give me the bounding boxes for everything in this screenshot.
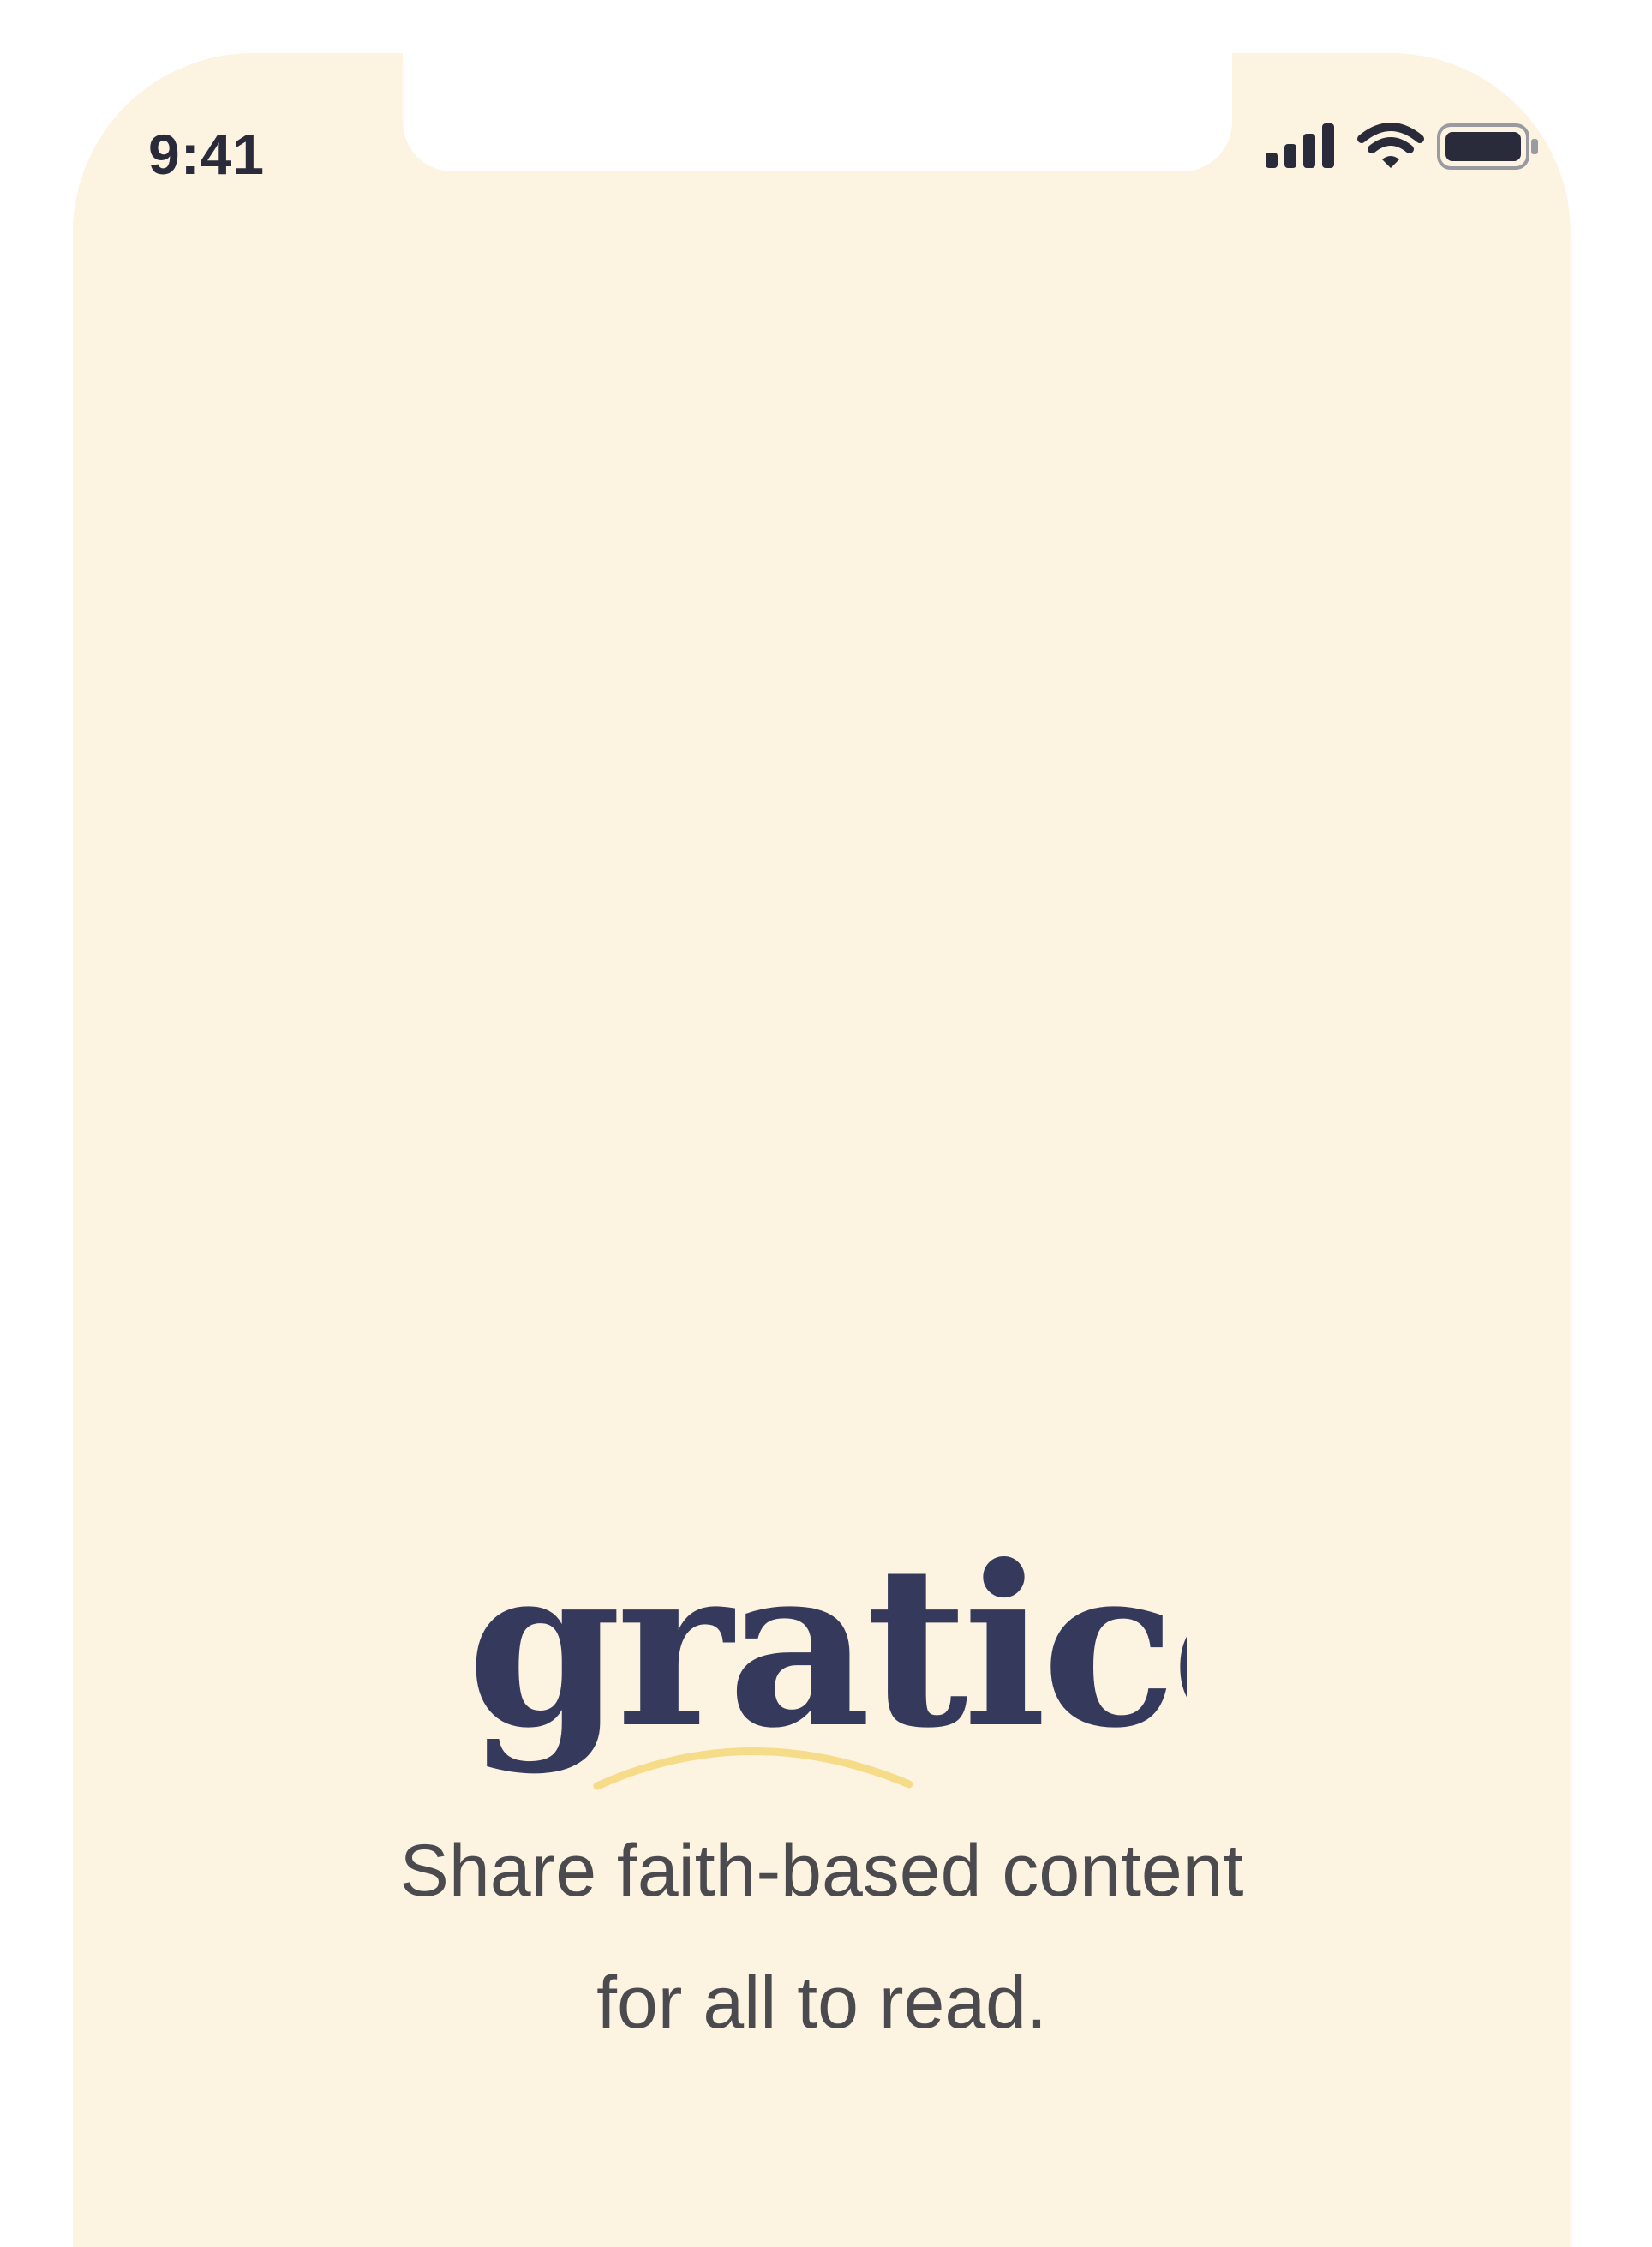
tagline-line-1: Share faith-based content — [399, 1830, 1244, 1912]
device-notch — [403, 53, 1232, 171]
signal-icon — [1266, 123, 1334, 168]
wifi-icon — [1357, 123, 1424, 168]
splash-screen: 9:41 gratico Share faith-based content f… — [73, 53, 1571, 2247]
gratico-logo: gratico — [467, 1517, 1187, 1790]
tagline-line-2: for all to read. — [596, 1962, 1047, 2044]
logo-wordmark: gratico — [467, 1517, 1187, 1777]
logo: gratico — [73, 1493, 1571, 1836]
status-time: 9:41 — [148, 123, 266, 186]
status-icons — [1264, 120, 1547, 180]
battery-icon — [1437, 123, 1538, 170]
